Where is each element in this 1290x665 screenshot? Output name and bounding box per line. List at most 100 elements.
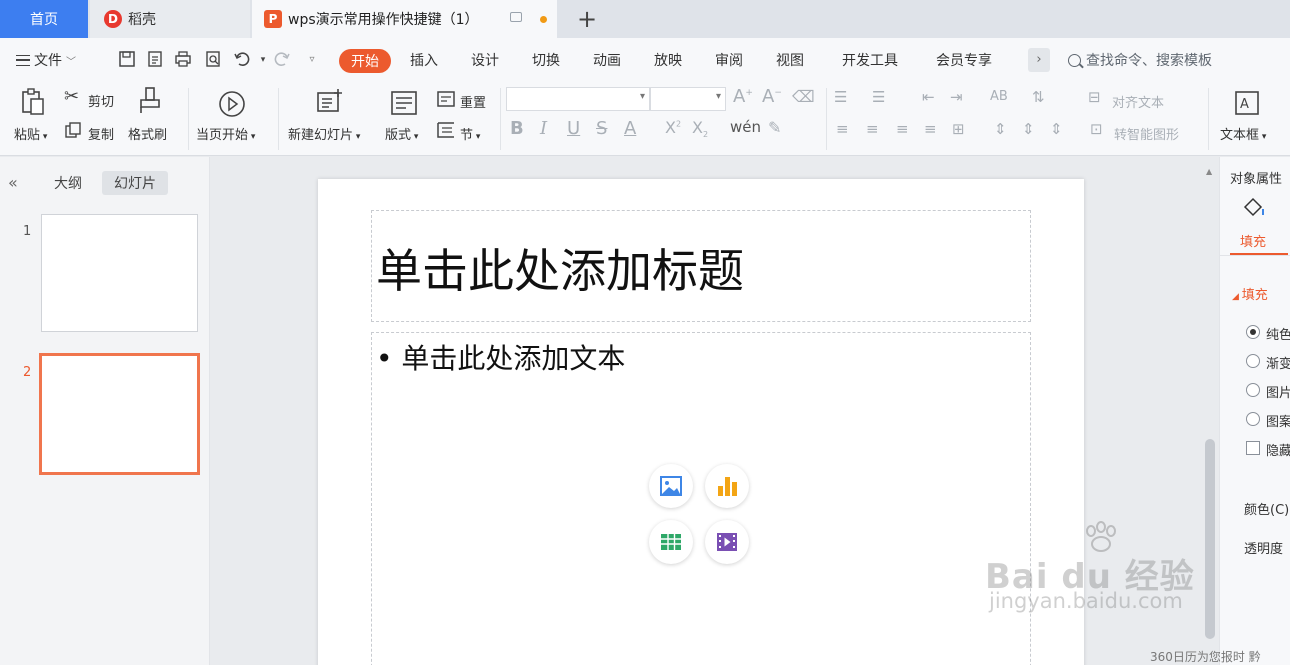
fill-section-header[interactable]: ◢ 填充 — [1232, 284, 1268, 303]
font-color-icon[interactable]: A — [624, 120, 636, 138]
copy-icon[interactable] — [64, 121, 82, 142]
play-from-current-icon[interactable] — [218, 90, 246, 121]
insert-picture-button[interactable] — [649, 464, 693, 508]
menu-review[interactable]: 审阅 — [715, 50, 743, 70]
menu-insert[interactable]: 插入 — [410, 50, 438, 70]
menu-animation[interactable]: 动画 — [593, 50, 621, 70]
layout-button[interactable]: 版式 ▾ — [385, 124, 418, 143]
new-slide-button[interactable]: 新建幻灯片 ▾ — [288, 124, 360, 143]
clear-format-icon[interactable]: ⌫ — [792, 89, 815, 105]
scissors-icon[interactable]: ✂ — [64, 88, 79, 106]
underline-icon[interactable]: U — [567, 120, 580, 138]
tab-slides[interactable]: 幻灯片 — [102, 171, 168, 195]
paragraph-spacing-icon[interactable]: ⇕ — [1022, 122, 1035, 137]
bold-icon[interactable]: B — [510, 120, 524, 138]
tab-outline[interactable]: 大纲 — [42, 171, 94, 195]
align-left-icon[interactable]: ≡ — [836, 122, 849, 137]
slide-thumbnail-2[interactable] — [39, 353, 200, 475]
hide-background-checkbox[interactable] — [1246, 441, 1260, 455]
increase-indent-icon[interactable]: ⇥ — [950, 90, 963, 105]
canvas-vertical-scrollbar[interactable]: ▲ — [1201, 157, 1219, 665]
insert-video-button[interactable] — [705, 520, 749, 564]
tab-docer[interactable]: D 稻壳 — [90, 0, 250, 38]
print-preview-icon[interactable] — [203, 50, 223, 70]
fill-bucket-icon[interactable] — [1242, 197, 1266, 223]
copy-button[interactable]: 复制 — [88, 124, 114, 143]
window-display-icon[interactable] — [510, 12, 522, 22]
undo-icon[interactable] — [232, 50, 252, 70]
menu-start[interactable]: 开始 — [339, 49, 391, 73]
decrease-font-icon[interactable]: A− — [762, 88, 782, 106]
body-placeholder[interactable]: • 单击此处添加文本 — [371, 332, 1031, 665]
print-icon[interactable] — [173, 50, 193, 70]
menu-view[interactable]: 视图 — [776, 50, 804, 70]
insert-chart-button[interactable] — [705, 464, 749, 508]
section-icon[interactable] — [436, 120, 456, 143]
phonetic-guide-icon[interactable]: wén — [730, 120, 761, 135]
italic-icon[interactable]: I — [540, 120, 547, 138]
align-text-button[interactable]: 对齐文本 — [1112, 92, 1164, 111]
textbox-button[interactable]: 文本框 ▾ — [1220, 124, 1266, 143]
menu-developer[interactable]: 开发工具 — [842, 50, 898, 70]
subscript-icon[interactable]: X2 — [692, 119, 708, 139]
strikethrough-icon[interactable]: S — [596, 120, 607, 138]
redo-icon[interactable] — [272, 50, 292, 70]
superscript-icon[interactable]: X2 — [665, 120, 681, 136]
collapse-pane-icon[interactable]: « — [8, 173, 18, 192]
customize-quick-access-icon[interactable]: ▿ — [302, 50, 322, 70]
insert-table-button[interactable] — [649, 520, 693, 564]
radio-gradient-fill[interactable] — [1246, 354, 1260, 368]
radio-pattern-fill[interactable] — [1246, 412, 1260, 426]
paste-button[interactable]: 粘贴 ▾ — [14, 124, 47, 143]
slide-thumbnail-1[interactable] — [41, 214, 198, 332]
menu-more-button[interactable]: › — [1028, 48, 1050, 72]
calendar-notification[interactable]: 360日历为您报时 黔 — [1150, 648, 1261, 665]
scrollbar-thumb[interactable] — [1205, 439, 1215, 639]
layout-icon[interactable] — [390, 90, 418, 119]
tab-fill[interactable]: 填充 — [1240, 231, 1266, 250]
text-direction-icon[interactable]: AB — [990, 90, 1008, 103]
align-right-icon[interactable]: ≡ — [896, 122, 909, 137]
reset-button[interactable]: 重置 — [460, 92, 486, 111]
search-box[interactable]: 查找命令、搜索模板 — [1068, 50, 1212, 70]
undo-dropdown-icon[interactable]: ▾ — [253, 50, 273, 70]
menu-design[interactable]: 设计 — [471, 50, 499, 70]
decrease-indent-icon[interactable]: ⇤ — [922, 90, 935, 105]
font-family-select[interactable]: ▾ — [506, 87, 650, 111]
export-pdf-icon[interactable] — [145, 50, 165, 70]
scroll-up-icon[interactable]: ▲ — [1206, 167, 1212, 176]
reset-icon[interactable] — [436, 90, 456, 113]
distribute-icon[interactable]: ⊞ — [952, 122, 965, 137]
bullet-list-icon[interactable]: ☰ — [834, 90, 847, 105]
justify-icon[interactable]: ≡ — [924, 122, 937, 137]
tab-document[interactable]: P wps演示常用操作快捷键（1） — [252, 0, 557, 38]
line-spacing-icon[interactable]: ⇕ — [994, 122, 1007, 137]
format-painter-icon[interactable] — [138, 86, 162, 119]
menu-slideshow[interactable]: 放映 — [654, 50, 682, 70]
smart-shape-button[interactable]: 转智能图形 — [1114, 124, 1179, 143]
font-size-select[interactable]: ▾ — [650, 87, 726, 111]
align-center-icon[interactable]: ≡ — [866, 122, 879, 137]
radio-picture-fill[interactable] — [1246, 383, 1260, 397]
title-placeholder[interactable]: 单击此处添加标题 — [371, 210, 1031, 322]
textbox-icon[interactable]: A — [1234, 90, 1260, 119]
cut-button[interactable]: 剪切 — [88, 91, 114, 110]
file-menu[interactable]: 文件 ﹀ — [16, 50, 76, 70]
menu-member[interactable]: 会员专享 — [936, 50, 992, 70]
new-slide-icon[interactable] — [316, 88, 344, 119]
section-button[interactable]: 节 ▾ — [460, 124, 480, 143]
align-text-icon[interactable]: ⊟ — [1088, 90, 1101, 105]
increase-font-icon[interactable]: A+ — [733, 88, 753, 106]
new-tab-button[interactable]: + — [574, 6, 600, 32]
menu-transition[interactable]: 切换 — [532, 50, 560, 70]
radio-solid-fill[interactable] — [1246, 325, 1260, 339]
play-from-current-button[interactable]: 当页开始 ▾ — [196, 124, 255, 143]
paste-icon[interactable] — [20, 88, 46, 119]
smart-shape-icon[interactable]: ⊡ — [1090, 122, 1103, 137]
highlight-icon[interactable]: ✎ — [768, 120, 781, 136]
tab-home[interactable]: 首页 — [0, 0, 88, 38]
numbered-list-icon[interactable]: ☰ — [872, 90, 885, 105]
spacing-options-icon[interactable]: ⇕ — [1050, 122, 1063, 137]
format-painter-button[interactable]: 格式刷 — [128, 124, 167, 143]
sort-icon[interactable]: ⇅ — [1032, 90, 1045, 105]
